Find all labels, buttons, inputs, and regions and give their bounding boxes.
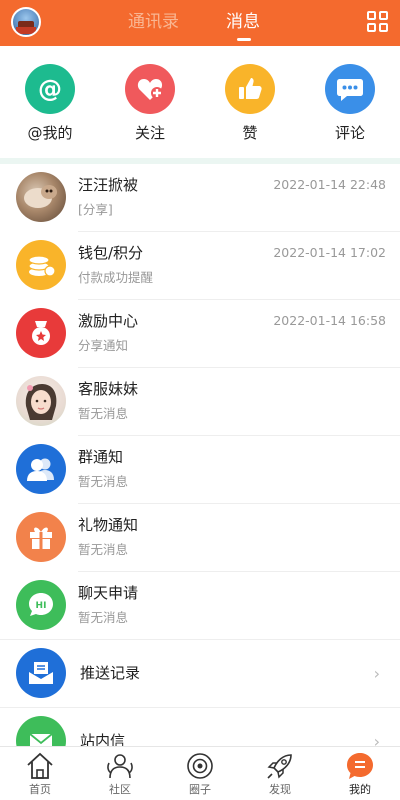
quick-action-label: 关注: [134, 124, 165, 142]
nav-label: 社区: [109, 783, 131, 796]
message-row-wallet[interactable]: 钱包/积分 付款成功提醒 2022-01-14 17:02: [0, 232, 400, 300]
message-preview: 暂无消息: [78, 406, 129, 421]
quick-action-comment[interactable]: 评论: [310, 64, 390, 143]
profile-icon: [345, 751, 375, 781]
tab-contacts[interactable]: 通讯录: [128, 10, 179, 34]
message-title: 客服妹妹: [78, 380, 139, 398]
message-preview: [分享]: [78, 202, 113, 217]
message-preview: 分享通知: [78, 338, 129, 353]
link-row-site-mail[interactable]: 站内信 ›: [0, 708, 400, 746]
message-row-incentive[interactable]: 激励中心 分享通知 2022-01-14 16:58: [0, 300, 400, 368]
quick-actions: @ @我的 关注 赞 评论: [0, 46, 400, 158]
quick-action-label: 评论: [334, 124, 365, 142]
mail-icon: [16, 716, 66, 746]
medal-icon: [16, 308, 66, 358]
nav-discover[interactable]: 发现: [240, 751, 320, 797]
nav-label: 我的: [349, 783, 371, 796]
quick-action-label: 赞: [242, 124, 258, 142]
quick-action-follow[interactable]: 关注: [110, 64, 190, 143]
quick-action-mentions[interactable]: @ @我的: [10, 64, 90, 143]
message-title: 激励中心: [78, 312, 139, 330]
link-row-push-records[interactable]: 推送记录 ›: [0, 640, 400, 708]
circle-icon: [185, 751, 215, 781]
support-photo-avatar: [16, 376, 66, 426]
gift-icon: [16, 512, 66, 562]
top-bar: 通讯录 消息: [0, 0, 400, 46]
svg-text:HI: HI: [36, 601, 47, 611]
user-avatar[interactable]: [11, 7, 41, 37]
message-preview: 暂无消息: [78, 610, 129, 625]
message-title: 汪汪掀被: [78, 176, 139, 194]
grid-menu-icon[interactable]: [367, 11, 389, 33]
quick-action-like[interactable]: 赞: [210, 64, 290, 143]
link-title: 站内信: [80, 732, 126, 746]
tab-messages[interactable]: 消息: [226, 10, 260, 34]
hi-chat-icon: HI: [16, 580, 66, 630]
nav-label: 发现: [269, 783, 291, 796]
user-photo-avatar: [16, 172, 66, 222]
community-icon: [105, 751, 135, 781]
message-row-gift[interactable]: 礼物通知 暂无消息: [0, 504, 400, 572]
message-title: 钱包/积分: [78, 244, 144, 262]
rocket-icon: [265, 751, 295, 781]
active-tab-indicator: [237, 38, 251, 41]
nav-circle[interactable]: 圈子: [160, 751, 240, 797]
nav-label: 圈子: [189, 783, 211, 796]
push-inbox-icon: [16, 648, 66, 698]
chat-bubble-icon: [325, 64, 375, 114]
chevron-right-icon: ›: [373, 732, 380, 746]
message-row-chat-request[interactable]: HI 聊天申请 暂无消息: [0, 572, 400, 640]
nav-home[interactable]: 首页: [0, 751, 80, 797]
nav-profile[interactable]: 我的: [320, 751, 400, 797]
message-preview: 暂无消息: [78, 474, 129, 489]
message-list: 汪汪掀被 [分享] 2022-01-14 22:48 钱包/积分 付款成功提醒 …: [0, 164, 400, 746]
message-preview: 付款成功提醒: [78, 270, 154, 285]
message-row-wangwang[interactable]: 汪汪掀被 [分享] 2022-01-14 22:48: [0, 164, 400, 232]
chevron-right-icon: ›: [373, 664, 380, 683]
heart-plus-icon: [125, 64, 175, 114]
message-row-group[interactable]: 群通知 暂无消息: [0, 436, 400, 504]
home-icon: [25, 751, 55, 781]
nav-label: 首页: [29, 783, 51, 796]
message-time: 2022-01-14 22:48: [273, 177, 386, 192]
group-icon: [16, 444, 66, 494]
message-preview: 暂无消息: [78, 542, 129, 557]
message-title: 聊天申请: [78, 584, 139, 602]
message-title: 礼物通知: [78, 516, 139, 534]
thumbs-up-icon: [225, 64, 275, 114]
quick-action-label: @我的: [27, 124, 73, 142]
message-row-support[interactable]: 客服妹妹 暂无消息: [0, 368, 400, 436]
coins-icon: [16, 240, 66, 290]
message-title: 群通知: [78, 448, 124, 466]
at-icon: @: [25, 64, 75, 114]
message-time: 2022-01-14 17:02: [273, 245, 386, 260]
bottom-nav: 首页 社区 圈子 发现 我的: [0, 746, 400, 800]
nav-community[interactable]: 社区: [80, 751, 160, 797]
message-time: 2022-01-14 16:58: [273, 313, 386, 328]
link-title: 推送记录: [80, 664, 141, 682]
